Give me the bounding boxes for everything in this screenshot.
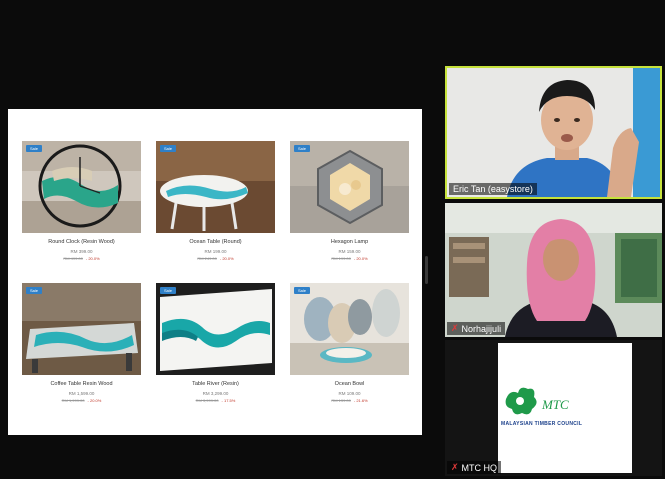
product-card[interactable]: Sale Round Clock (Resin Wood) RM 399.00 … bbox=[22, 141, 141, 261]
participant-video-eric[interactable]: Eric Tan (easystore) bbox=[445, 66, 662, 199]
product-name[interactable]: Coffee Table Resin Wood bbox=[22, 381, 141, 388]
product-name[interactable]: Round Clock (Resin Wood) bbox=[22, 239, 141, 246]
sale-badge: Sale bbox=[294, 145, 311, 152]
mtc-logo-wordmark: MTC bbox=[541, 397, 569, 412]
sale-badge: Sale bbox=[160, 287, 177, 294]
product-image-coffee-table[interactable]: Sale bbox=[22, 283, 141, 375]
participant-name-tag: ✗ Norhajijuli bbox=[447, 322, 506, 335]
mtc-logo-icon: MTC bbox=[505, 387, 569, 415]
product-card[interactable]: Sale Hexagon Lamp RM 159.00 RM 199.00- 2… bbox=[290, 141, 409, 261]
product-image-table-round[interactable]: Sale bbox=[156, 141, 275, 233]
product-price: RM 109.00 bbox=[338, 391, 361, 396]
product-image-clock[interactable]: Sale bbox=[22, 141, 141, 233]
product-image-river-table[interactable]: Sale bbox=[156, 283, 275, 375]
product-name[interactable]: Hexagon Lamp bbox=[290, 239, 409, 246]
resize-handle[interactable] bbox=[425, 256, 428, 284]
shared-screen: Sale Round Clock (Resin Wood) RM 399.00 … bbox=[8, 109, 422, 435]
product-old-price: RM 139.00- 21.6% bbox=[331, 398, 368, 403]
sale-badge: Sale bbox=[26, 287, 43, 294]
participant-video-mtc[interactable]: MTC MALAYSIAN TIMBER COUNCIL ✗ MTC HQ bbox=[445, 340, 662, 476]
product-old-price: RM 3,999.00- 17.5% bbox=[195, 398, 236, 403]
product-price: RM 399.00 bbox=[70, 249, 93, 254]
participant-name-tag: Eric Tan (easystore) bbox=[449, 183, 537, 195]
mtc-logo-text: MALAYSIAN TIMBER COUNCIL bbox=[501, 421, 583, 427]
product-card[interactable]: Sale Ocean Bowl RM 109.00 RM 139.00- 21.… bbox=[290, 283, 409, 403]
mtc-logo-frame: MTC MALAYSIAN TIMBER COUNCIL bbox=[498, 343, 632, 473]
participant-name-tag: ✗ MTC HQ bbox=[447, 461, 502, 474]
mic-muted-icon: ✗ bbox=[451, 462, 459, 472]
product-card[interactable]: Sale Table River (Resin) RM 3,299.00 RM … bbox=[156, 283, 275, 403]
product-price: RM 159.00 bbox=[338, 249, 361, 254]
sale-badge: Sale bbox=[294, 287, 311, 294]
product-image-hexagon-lamp[interactable]: Sale bbox=[290, 141, 409, 233]
participant-video-noor[interactable]: ✗ Norhajijuli bbox=[445, 203, 662, 337]
participant-name: Eric Tan (easystore) bbox=[453, 184, 533, 194]
product-price: RM 3,299.00 bbox=[202, 391, 229, 396]
product-old-price: RM 499.00- 20.0% bbox=[63, 256, 100, 261]
product-name[interactable]: Table River (Resin) bbox=[156, 381, 275, 388]
product-image-ocean-bowl[interactable]: Sale bbox=[290, 283, 409, 375]
video-feed bbox=[447, 68, 660, 197]
product-price: RM 1,599.00 bbox=[68, 391, 95, 396]
mic-muted-icon: ✗ bbox=[451, 323, 459, 333]
product-price: RM 199.00 bbox=[204, 249, 227, 254]
product-old-price: RM 1,999.00- 20.0% bbox=[61, 398, 102, 403]
video-feed bbox=[445, 203, 662, 337]
sale-badge: Sale bbox=[160, 145, 177, 152]
product-old-price: RM 199.00- 20.0% bbox=[331, 256, 368, 261]
product-name[interactable]: Ocean Table (Round) bbox=[156, 239, 275, 246]
product-card[interactable]: Sale Ocean Table (Round) RM 199.00 RM 24… bbox=[156, 141, 275, 261]
participant-name: Norhajijuli bbox=[461, 323, 502, 334]
sale-badge: Sale bbox=[26, 145, 43, 152]
product-old-price: RM 249.00- 20.0% bbox=[197, 256, 234, 261]
product-card[interactable]: Sale Coffee Table Resin Wood RM 1,599.00… bbox=[22, 283, 141, 403]
participant-name: MTC HQ bbox=[461, 462, 498, 473]
product-name[interactable]: Ocean Bowl bbox=[290, 381, 409, 388]
